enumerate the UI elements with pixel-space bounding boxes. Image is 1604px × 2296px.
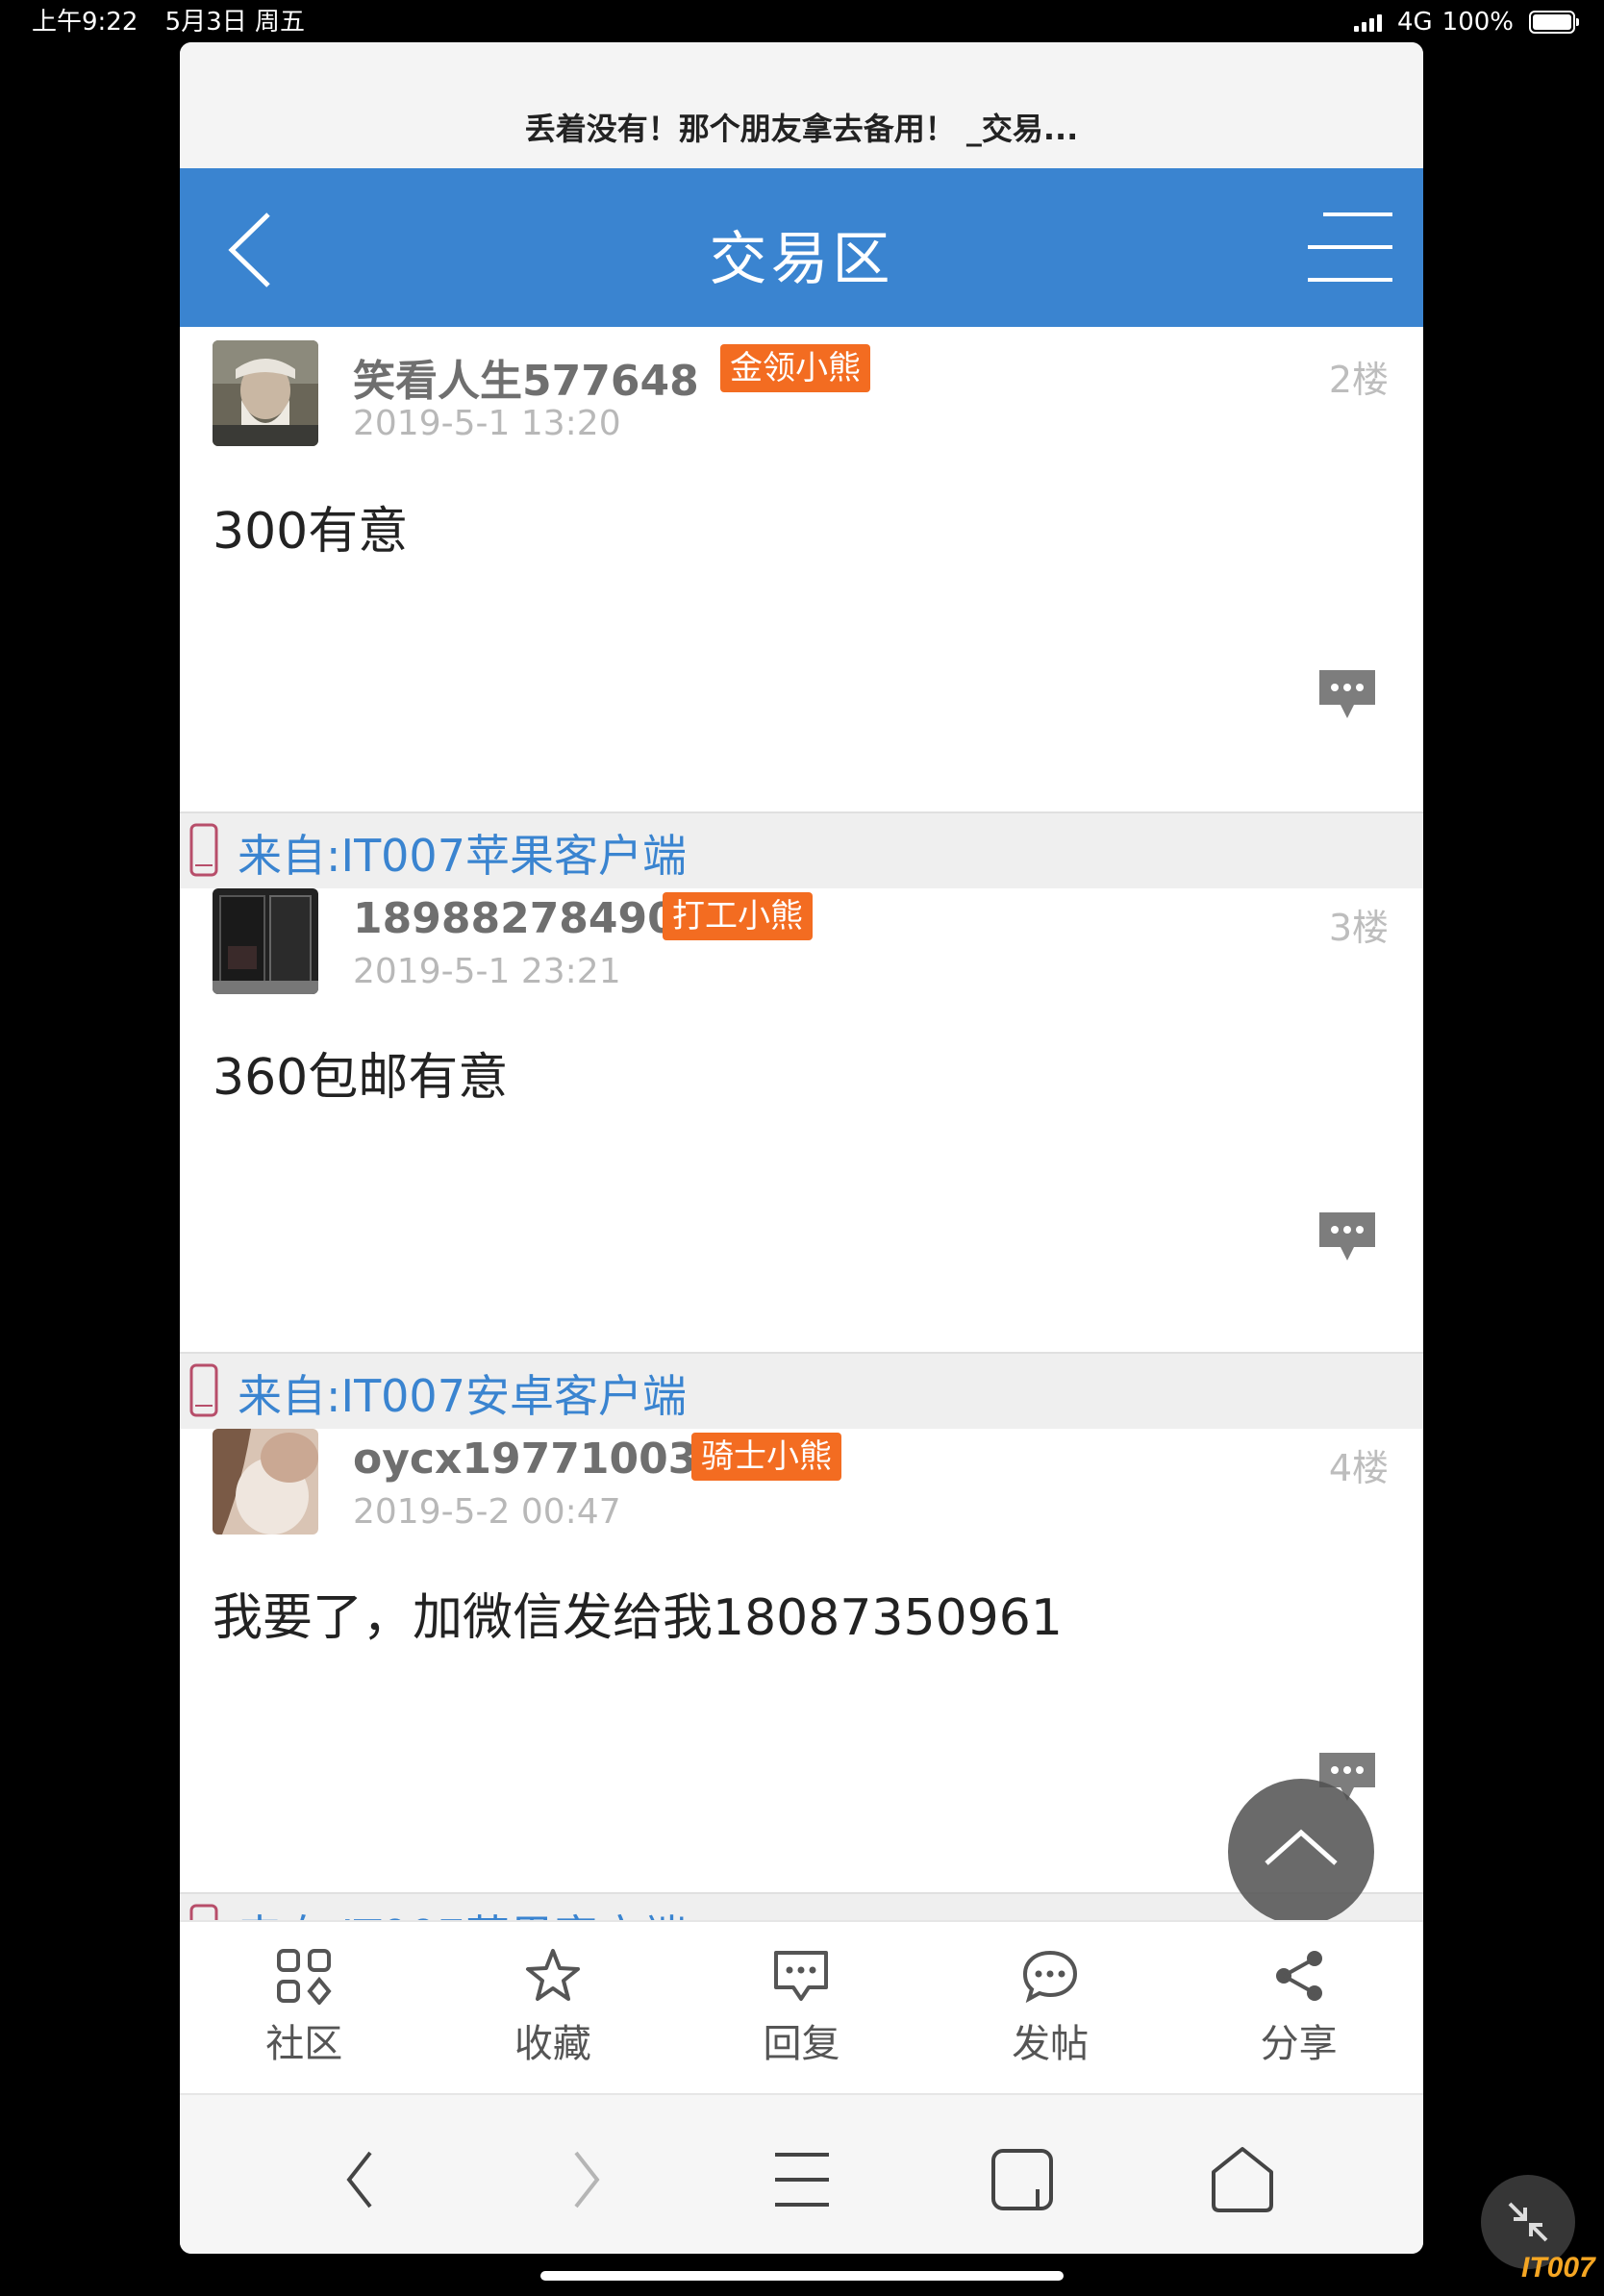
grid-icon xyxy=(277,1949,332,2005)
page-title: 丢着没有！那个朋友拿去备用！ _交易... xyxy=(524,111,1079,147)
user-rank-badge: 金领小熊 xyxy=(720,344,870,392)
tab-new-post[interactable]: 发帖 xyxy=(926,1922,1175,2095)
watermark-logo: IT007 xyxy=(1521,2252,1595,2284)
chevron-up-icon xyxy=(1265,1829,1338,1865)
screen: 上午9:22 5月3日 周五 4G 100% 丢着没有！那个朋友拿去备用！ _交… xyxy=(0,0,1604,2296)
browser-toolbar xyxy=(180,2093,1423,2254)
phone-icon xyxy=(189,823,218,877)
app-header: 交易区 xyxy=(180,168,1423,327)
battery-percent: 100% xyxy=(1441,8,1514,37)
scroll-to-top-button[interactable] xyxy=(1228,1779,1374,1920)
tab-label: 收藏 xyxy=(514,2022,591,2066)
status-date: 5月3日 周五 xyxy=(164,8,306,37)
phone-icon xyxy=(189,1904,218,1920)
bottom-action-bar: 社区 收藏 回复 发帖 分享 xyxy=(180,1920,1423,2095)
reply-comment-icon[interactable] xyxy=(1316,1209,1379,1264)
thread-content: 笑看人生577648 金领小熊 2019-5-1 13:20 2楼 300有意 … xyxy=(180,327,1423,1920)
header-title: 交易区 xyxy=(709,226,894,293)
username[interactable]: 笑看人生577648 xyxy=(353,346,699,408)
post-body: 我要了，加微信发给我18087350961 xyxy=(213,1589,1063,1647)
client-source: 来自:IT007苹果客户端 xyxy=(180,811,1423,888)
browser-tabs-icon[interactable] xyxy=(984,2141,1061,2218)
tab-community[interactable]: 社区 xyxy=(180,1922,429,2095)
post-bubble-icon xyxy=(1023,1950,1078,2004)
username[interactable]: oycx19771003 xyxy=(353,1435,697,1484)
tab-favorite[interactable]: 收藏 xyxy=(429,1922,678,2095)
menu-icon[interactable] xyxy=(1306,209,1394,286)
page-title-bar: 丢着没有！那个朋友拿去备用！ _交易... xyxy=(180,42,1423,168)
post-floor-3: 18988278490 打工小熊 2019-5-1 23:21 3楼 360包邮… xyxy=(180,888,1423,1350)
client-source-text: 来自:IT007苹果客户端 xyxy=(238,1902,687,1920)
tab-label: 分享 xyxy=(1260,2022,1338,2066)
post-body: 300有意 xyxy=(213,503,409,561)
avatar[interactable] xyxy=(213,340,318,446)
user-rank-badge: 打工小熊 xyxy=(663,892,813,940)
tab-label: 发帖 xyxy=(1012,2022,1090,2066)
status-bar: 上午9:22 5月3日 周五 4G 100% xyxy=(0,0,1604,44)
browser-menu-icon[interactable] xyxy=(764,2141,840,2218)
floor-number: 2楼 xyxy=(1328,359,1389,401)
post-floor-2: 笑看人生577648 金领小熊 2019-5-1 13:20 2楼 300有意 xyxy=(180,327,1423,773)
post-time: 2019-5-1 13:20 xyxy=(353,404,621,443)
client-source: 来自:IT007安卓客户端 xyxy=(180,1352,1423,1429)
reply-comment-icon[interactable] xyxy=(1316,666,1379,722)
post-time: 2019-5-1 23:21 xyxy=(353,952,621,991)
avatar[interactable] xyxy=(213,1429,318,1535)
client-source-text: 来自:IT007安卓客户端 xyxy=(238,1370,687,1422)
post-body: 360包邮有意 xyxy=(213,1049,509,1107)
tab-share[interactable]: 分享 xyxy=(1174,1922,1423,2095)
tab-reply[interactable]: 回复 xyxy=(677,1922,926,2095)
home-indicator[interactable] xyxy=(540,2271,1064,2281)
avatar[interactable] xyxy=(213,888,318,994)
phone-icon xyxy=(189,1363,218,1417)
client-source-text: 来自:IT007苹果客户端 xyxy=(238,830,687,882)
user-rank-badge: 骑士小熊 xyxy=(691,1433,841,1481)
network-type: 4G xyxy=(1396,8,1433,37)
reply-icon xyxy=(774,1951,829,2001)
tab-label: 社区 xyxy=(265,2022,343,2066)
browser-window: 丢着没有！那个朋友拿去备用！ _交易... 交易区 笑看人生577648 金领小… xyxy=(180,42,1423,2254)
floor-number: 4楼 xyxy=(1328,1447,1389,1489)
floor-number: 3楼 xyxy=(1328,907,1389,949)
tab-label: 回复 xyxy=(763,2022,840,2066)
signal-icon xyxy=(1353,12,1382,32)
star-icon xyxy=(525,1949,580,2001)
battery-icon xyxy=(1529,11,1579,34)
browser-forward-icon[interactable] xyxy=(545,2141,622,2218)
browser-back-icon[interactable] xyxy=(324,2141,401,2218)
browser-home-icon[interactable] xyxy=(1204,2141,1281,2218)
share-icon xyxy=(1275,1951,1322,2001)
status-time: 上午9:22 xyxy=(32,8,138,37)
post-time: 2019-5-2 00:47 xyxy=(353,1492,621,1532)
username[interactable]: 18988278490 xyxy=(353,894,677,943)
